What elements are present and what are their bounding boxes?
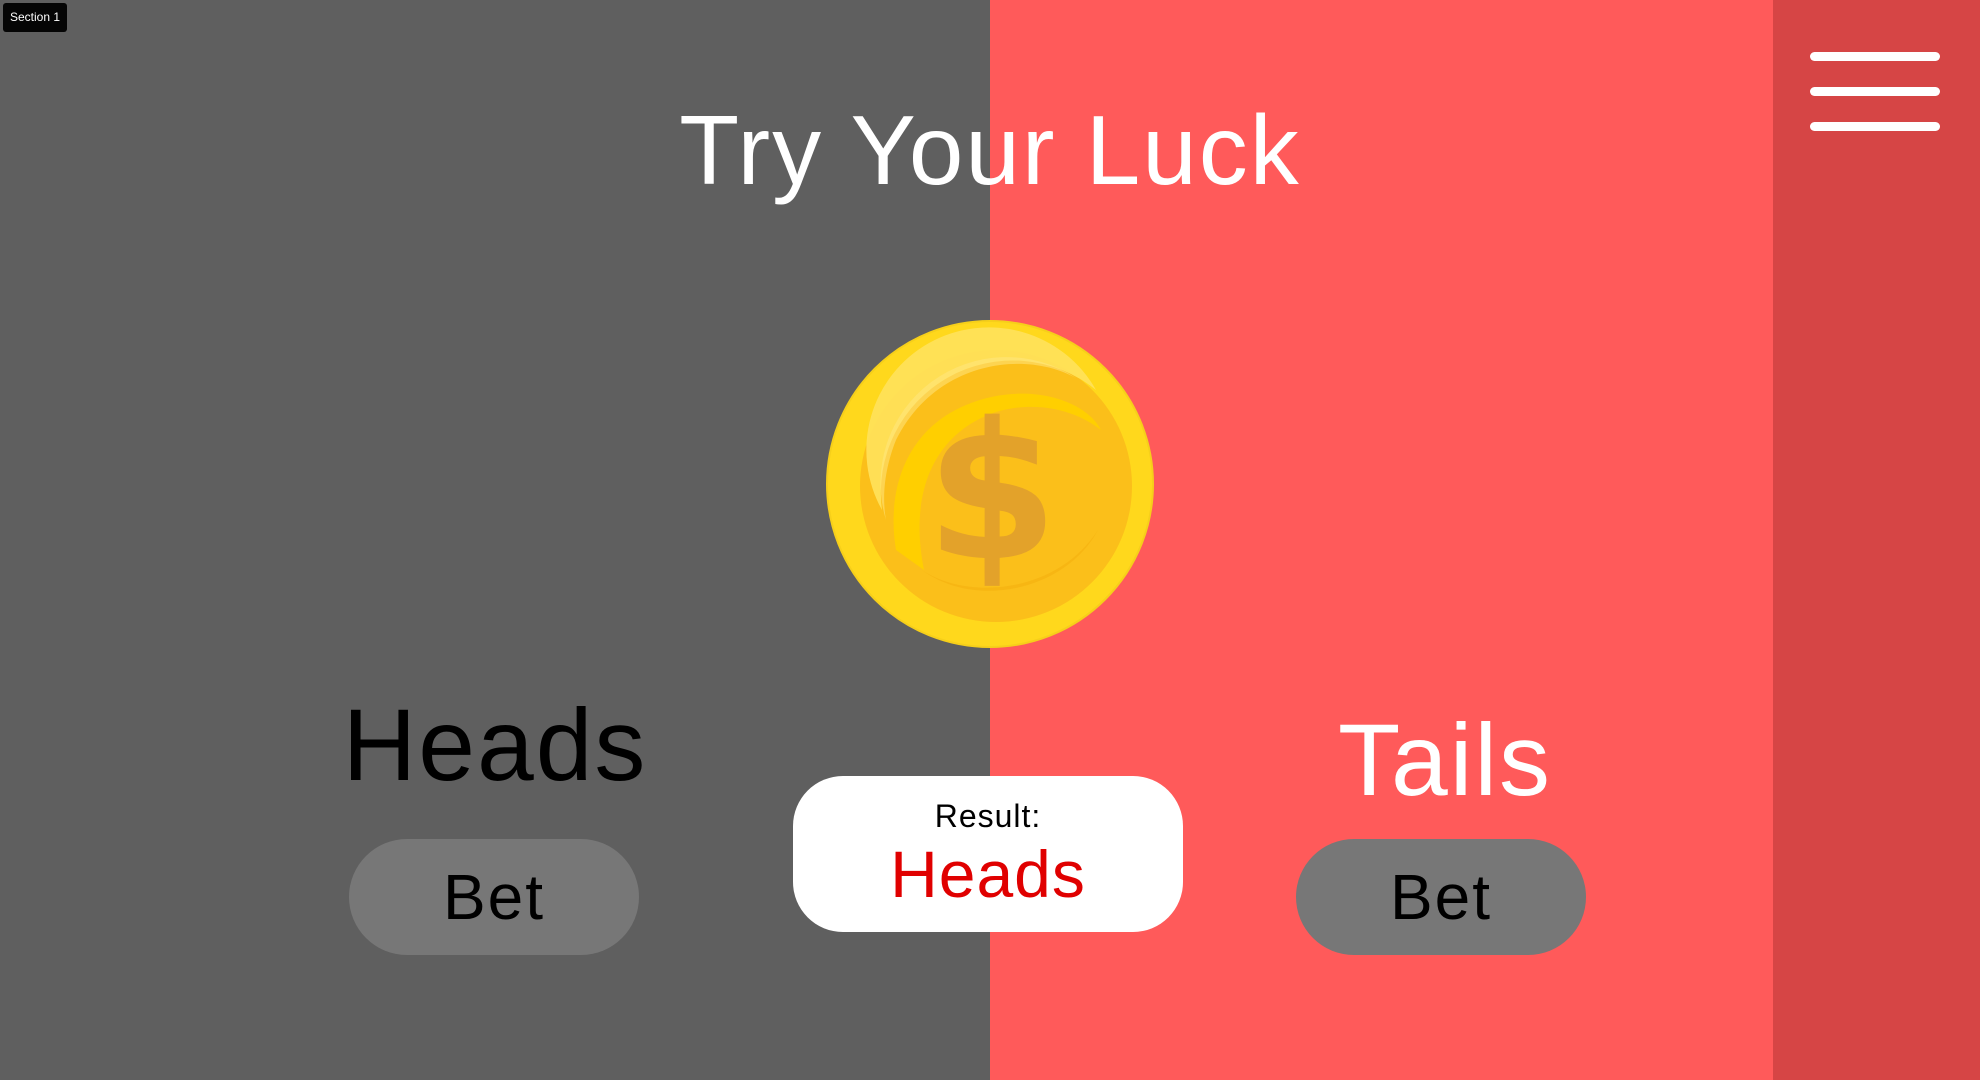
page-title: Try Your Luck <box>679 95 1301 205</box>
section-tag: Section 1 <box>3 3 68 32</box>
dollar-symbol: $ <box>926 382 1058 603</box>
menu-line <box>1810 122 1940 131</box>
result-value: Heads <box>890 837 1086 911</box>
tails-label: Tails <box>1337 703 1553 817</box>
bet-tails-button[interactable]: Bet <box>1296 839 1586 955</box>
menu-panel <box>1773 0 1980 1080</box>
bet-heads-button[interactable]: Bet <box>349 839 639 955</box>
dollar-coin-icon: $ <box>826 320 1154 648</box>
menu-line <box>1810 87 1940 96</box>
heads-label: Heads <box>342 688 648 802</box>
result-card: Result: Heads <box>793 776 1183 932</box>
result-label: Result: <box>934 798 1042 834</box>
hamburger-menu-icon[interactable] <box>1810 50 1940 136</box>
menu-line <box>1810 52 1940 61</box>
coin-flip-screen: Section 1 Try Your Luck $ Heads Tails Be… <box>0 0 1980 1080</box>
